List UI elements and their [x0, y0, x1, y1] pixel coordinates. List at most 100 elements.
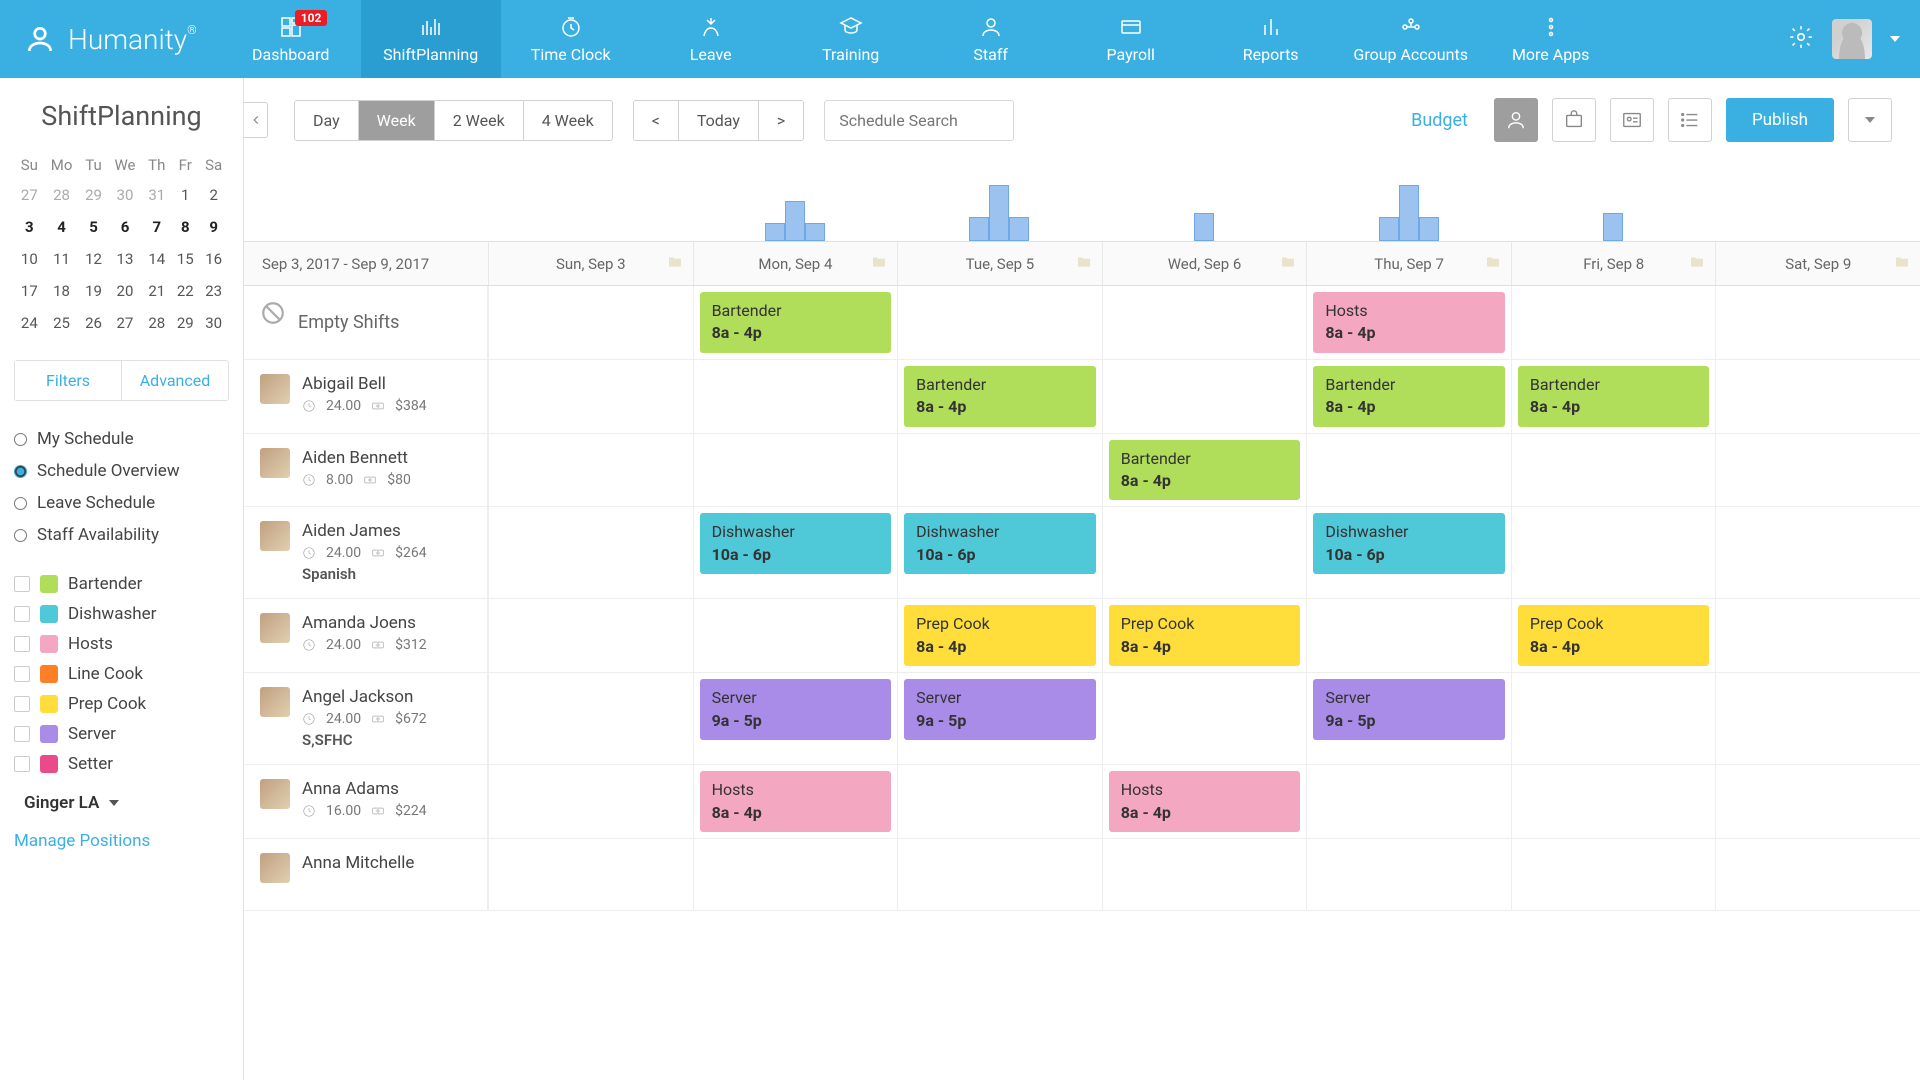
grid-cell[interactable]: Hosts8a - 4p: [693, 765, 898, 838]
shift-block[interactable]: Hosts8a - 4p: [1313, 292, 1505, 353]
checkbox-icon[interactable]: [14, 726, 30, 742]
grid-cell[interactable]: [1715, 360, 1920, 433]
position-view-button[interactable]: [1552, 98, 1596, 142]
calendar-day[interactable]: 4: [45, 212, 79, 242]
tab-filters[interactable]: Filters: [15, 361, 122, 400]
collapse-sidebar-button[interactable]: [244, 102, 268, 138]
calendar-day[interactable]: 7: [143, 212, 170, 242]
employee-avatar[interactable]: [260, 687, 290, 717]
location-filter[interactable]: Ginger LA: [14, 779, 229, 821]
grid-cell[interactable]: [1715, 673, 1920, 764]
shift-block[interactable]: Prep Cook8a - 4p: [904, 605, 1096, 666]
grid-cell[interactable]: Bartender8a - 4p: [693, 286, 898, 359]
grid-cell[interactable]: Bartender8a - 4p: [1511, 360, 1716, 433]
nav-groupaccounts[interactable]: Group Accounts: [1341, 0, 1481, 78]
position-filter[interactable]: Setter: [14, 749, 229, 779]
nav-timeclock[interactable]: Time Clock: [501, 0, 641, 78]
manage-positions-link[interactable]: Manage Positions: [14, 821, 229, 851]
grid-cell[interactable]: Dishwasher10a - 6p: [1306, 507, 1511, 598]
grid-cell[interactable]: [488, 765, 693, 838]
calendar-day[interactable]: 27: [109, 308, 142, 338]
grid-cell[interactable]: Server9a - 5p: [897, 673, 1102, 764]
grid-cell[interactable]: Bartender8a - 4p: [1306, 360, 1511, 433]
employee-avatar[interactable]: [260, 521, 290, 551]
calendar-day[interactable]: 21: [143, 276, 170, 306]
calendar-day[interactable]: 5: [80, 212, 106, 242]
grid-cell[interactable]: [1102, 839, 1307, 910]
grid-cell[interactable]: [1715, 507, 1920, 598]
radio-overview[interactable]: Schedule Overview: [14, 455, 229, 487]
grid-cell[interactable]: [1511, 507, 1716, 598]
grid-cell[interactable]: [1306, 434, 1511, 507]
checkbox-icon[interactable]: [14, 666, 30, 682]
calendar-day[interactable]: 18: [45, 276, 79, 306]
grid-cell[interactable]: Prep Cook8a - 4p: [1102, 599, 1307, 672]
grid-cell[interactable]: [488, 839, 693, 910]
publish-dropdown-button[interactable]: [1848, 98, 1892, 142]
grid-cell[interactable]: [1306, 599, 1511, 672]
grid-cell[interactable]: [488, 360, 693, 433]
radio-my[interactable]: My Schedule: [14, 423, 229, 455]
employee-name[interactable]: Aiden James: [302, 521, 427, 541]
calendar-day[interactable]: 25: [45, 308, 79, 338]
shift-block[interactable]: Dishwasher10a - 6p: [1313, 513, 1505, 574]
calendar-day[interactable]: 1: [172, 180, 198, 210]
today-button[interactable]: Today: [679, 101, 759, 140]
calendar-day[interactable]: 2: [200, 180, 227, 210]
grid-cell[interactable]: [1102, 360, 1307, 433]
calendar-day[interactable]: 23: [200, 276, 227, 306]
grid-cell[interactable]: [1715, 839, 1920, 910]
range-4-week[interactable]: 4 Week: [524, 101, 612, 140]
brand[interactable]: Humanity®: [0, 23, 221, 56]
publish-button[interactable]: Publish: [1726, 98, 1834, 142]
shift-block[interactable]: Dishwasher10a - 6p: [700, 513, 892, 574]
calendar-day[interactable]: 10: [16, 244, 43, 274]
calendar-day[interactable]: 30: [200, 308, 227, 338]
grid-cell[interactable]: [693, 839, 898, 910]
grid-cell[interactable]: [693, 434, 898, 507]
calendar-day[interactable]: 12: [80, 244, 106, 274]
grid-cell[interactable]: [1511, 839, 1716, 910]
calendar-day[interactable]: 3: [16, 212, 43, 242]
range-2-week[interactable]: 2 Week: [435, 101, 524, 140]
next-button[interactable]: >: [759, 101, 803, 140]
grid-cell[interactable]: [897, 839, 1102, 910]
range-day[interactable]: Day: [295, 101, 359, 140]
radio-avail[interactable]: Staff Availability: [14, 519, 229, 551]
grid-cell[interactable]: Hosts8a - 4p: [1102, 765, 1307, 838]
grid-cell[interactable]: Prep Cook8a - 4p: [897, 599, 1102, 672]
grid-cell[interactable]: Bartender8a - 4p: [897, 360, 1102, 433]
employee-name[interactable]: Anna Adams: [302, 779, 427, 799]
nav-moreapps[interactable]: More Apps: [1481, 0, 1621, 78]
employee-avatar[interactable]: [260, 853, 290, 883]
grid-cell[interactable]: [488, 673, 693, 764]
grid-cell[interactable]: [1306, 765, 1511, 838]
visual-view-button[interactable]: [1610, 98, 1654, 142]
grid-cell[interactable]: [897, 765, 1102, 838]
shift-block[interactable]: Prep Cook8a - 4p: [1109, 605, 1301, 666]
nav-dashboard[interactable]: Dashboard102: [221, 0, 361, 78]
grid-cell[interactable]: Server9a - 5p: [1306, 673, 1511, 764]
employee-name[interactable]: Abigail Bell: [302, 374, 427, 394]
calendar-day[interactable]: 9: [200, 212, 227, 242]
day-header[interactable]: Thu, Sep 7: [1306, 242, 1511, 285]
day-header[interactable]: Sat, Sep 9: [1715, 242, 1920, 285]
checkbox-icon[interactable]: [14, 636, 30, 652]
shift-block[interactable]: Bartender8a - 4p: [904, 366, 1096, 427]
nav-staff[interactable]: Staff: [921, 0, 1061, 78]
shift-block[interactable]: Server9a - 5p: [1313, 679, 1505, 740]
grid-cell[interactable]: [1715, 765, 1920, 838]
nav-reports[interactable]: Reports: [1201, 0, 1341, 78]
day-header[interactable]: Fri, Sep 8: [1511, 242, 1716, 285]
calendar-day[interactable]: 13: [109, 244, 142, 274]
grid-cell[interactable]: [1715, 434, 1920, 507]
shift-block[interactable]: Server9a - 5p: [700, 679, 892, 740]
calendar-day[interactable]: 22: [172, 276, 198, 306]
calendar-day[interactable]: 28: [45, 180, 79, 210]
grid-cell[interactable]: [488, 599, 693, 672]
grid-cell[interactable]: [1715, 286, 1920, 359]
calendar-day[interactable]: 19: [80, 276, 106, 306]
position-filter[interactable]: Bartender: [14, 569, 229, 599]
calendar-day[interactable]: 14: [143, 244, 170, 274]
settings-icon[interactable]: [1788, 24, 1814, 54]
